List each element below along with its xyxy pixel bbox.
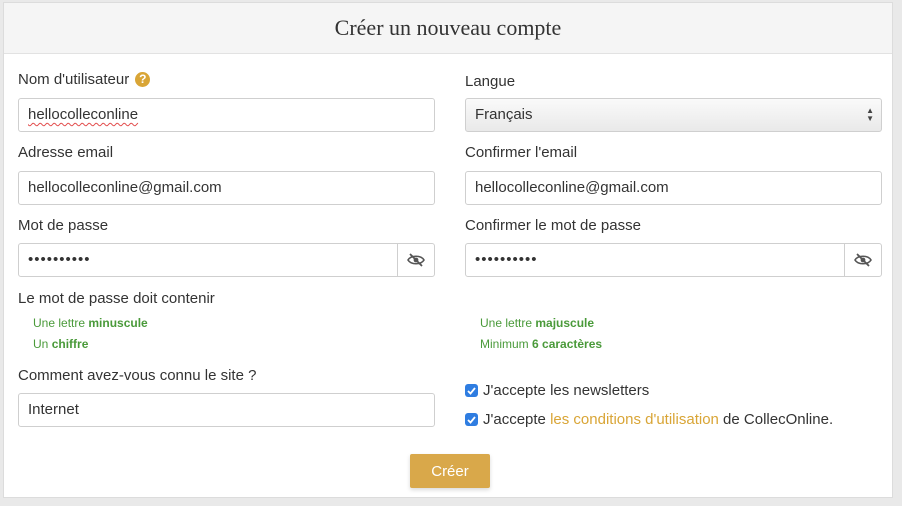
terms-link[interactable]: les conditions d'utilisation xyxy=(550,411,719,428)
select-arrows-icon: ▲ ▼ xyxy=(866,106,874,123)
email-label: Adresse email xyxy=(18,144,114,161)
question-circle-icon[interactable]: ? xyxy=(135,72,151,87)
language-select[interactable]: Français ▲ ▼ xyxy=(465,98,882,132)
username-input[interactable]: hellocolleconline xyxy=(18,98,435,132)
password-group: •••••••••• xyxy=(18,243,435,277)
terms-checkbox[interactable] xyxy=(465,413,478,426)
rule-min-length: Minimum 6 caractères xyxy=(480,337,603,351)
create-account-button[interactable]: Créer xyxy=(410,454,490,488)
language-label: Langue xyxy=(465,73,516,90)
password-input[interactable]: •••••••••• xyxy=(18,243,398,277)
right-column: Langue Français ▲ ▼ Confirmer l'email hel… xyxy=(465,3,882,499)
email-input[interactable]: hellocolleconline@gmail.com xyxy=(18,171,435,205)
terms-checkbox-row[interactable]: J'accepte les conditions d'utilisation d… xyxy=(465,411,833,428)
confirm-password-group: •••••••••• xyxy=(465,243,882,277)
password-label: Mot de passe xyxy=(18,217,109,234)
username-label: Nom d'utilisateur? xyxy=(18,71,151,88)
rule-lowercase: Une lettre minuscule xyxy=(33,316,148,330)
left-column: Nom d'utilisateur? hellocolleconline Adr… xyxy=(18,3,435,499)
newsletter-checkbox[interactable] xyxy=(465,384,478,397)
confirm-email-label: Confirmer l'email xyxy=(465,144,578,161)
password-rules-heading: Le mot de passe doit contenir xyxy=(18,290,215,307)
rule-uppercase: Une lettre majuscule xyxy=(480,316,595,330)
checkmark-icon xyxy=(467,415,476,424)
confirm-password-visibility-toggle[interactable] xyxy=(844,243,882,277)
checkmark-icon xyxy=(467,386,476,395)
confirm-password-input[interactable]: •••••••••• xyxy=(465,243,845,277)
newsletter-checkbox-row[interactable]: J'accepte les newsletters xyxy=(465,382,649,399)
confirm-password-label: Confirmer le mot de passe xyxy=(465,217,641,234)
confirm-email-input[interactable]: hellocolleconline@gmail.com xyxy=(465,171,882,205)
eye-slash-icon xyxy=(407,253,425,267)
password-visibility-toggle[interactable] xyxy=(397,243,435,277)
eye-slash-icon xyxy=(854,253,872,267)
rule-digit: Un chiffre xyxy=(33,337,89,351)
referral-label: Comment avez-vous connu le site ? xyxy=(18,367,257,384)
signup-card: Créer un nouveau compte Nom d'utilisateu… xyxy=(3,2,893,498)
referral-input[interactable]: Internet xyxy=(18,393,435,427)
